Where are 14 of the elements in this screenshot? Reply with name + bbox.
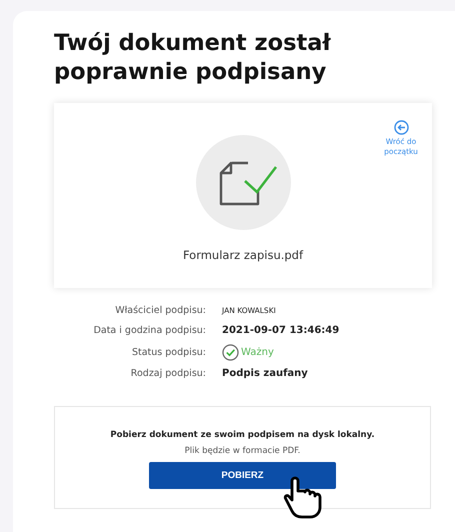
detail-label: Status podpisu: (130, 346, 206, 360)
detail-value: 2021-09-07 13:46:49 (222, 324, 340, 338)
detail-label: Data i godzina podpisu: (92, 324, 206, 338)
status-text: Ważny (241, 346, 274, 360)
download-heading: Pobierz dokument ze swoim podpisem na dysk lokalny. (110, 430, 375, 440)
download-button[interactable]: POBIERZ (149, 462, 336, 489)
check-circle-icon (222, 344, 239, 361)
detail-label: Właściciel podpisu: (114, 304, 206, 318)
detail-label: Rodzaj podpisu: (130, 367, 206, 381)
download-note: Plik będzie w formacie PDF. (184, 446, 300, 456)
signed-document-icon (196, 135, 290, 230)
file-name: Formularz zapisu.pdf (182, 248, 304, 262)
detail-value: Podpis zaufany (222, 367, 309, 381)
page-title: Twój dokument został poprawnie podpisany (54, 29, 332, 87)
